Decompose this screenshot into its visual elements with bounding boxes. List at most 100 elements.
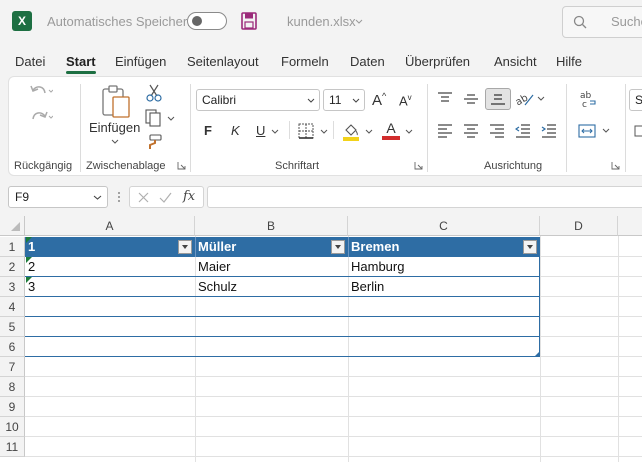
tab-seitenlayout[interactable]: Seitenlayout bbox=[187, 54, 259, 69]
table-cell[interactable]: Maier bbox=[195, 257, 348, 277]
chevron-down-icon[interactable] bbox=[405, 129, 413, 134]
align-left-icon[interactable] bbox=[437, 124, 453, 138]
column-header-d[interactable]: D bbox=[540, 216, 618, 236]
table-cell[interactable]: Schulz bbox=[195, 277, 348, 297]
fill-color-icon[interactable] bbox=[342, 122, 360, 142]
decrease-indent-icon[interactable] bbox=[515, 124, 531, 138]
borders-icon[interactable] bbox=[298, 123, 314, 139]
bold-button[interactable]: F bbox=[204, 123, 212, 138]
tab-start[interactable]: Start bbox=[66, 54, 96, 69]
insert-function-button[interactable]: fx bbox=[183, 189, 195, 204]
row-header[interactable]: 5 bbox=[0, 317, 25, 337]
gridline bbox=[25, 376, 642, 377]
redo-icon[interactable] bbox=[29, 110, 53, 126]
underline-button[interactable]: U bbox=[256, 123, 265, 138]
undo-icon[interactable] bbox=[29, 84, 53, 100]
row-header[interactable]: 1 bbox=[0, 237, 25, 257]
autosave-toggle[interactable] bbox=[187, 12, 227, 30]
row-header[interactable]: 10 bbox=[0, 417, 25, 437]
tab-einfuegen[interactable]: Einfügen bbox=[115, 54, 166, 69]
table-cell[interactable]: 2 bbox=[25, 257, 195, 277]
more-options-icon[interactable] bbox=[117, 190, 121, 204]
column-header-b[interactable]: B bbox=[195, 216, 348, 236]
row-header[interactable]: 4 bbox=[0, 297, 25, 317]
error-indicator-icon bbox=[26, 237, 32, 243]
align-right-icon[interactable] bbox=[489, 124, 505, 138]
tab-ueberpruefen[interactable]: Überprüfen bbox=[405, 54, 470, 69]
paste-icon[interactable] bbox=[100, 84, 132, 118]
row-header[interactable]: 3 bbox=[0, 277, 25, 297]
table-resize-handle[interactable] bbox=[535, 352, 539, 356]
grow-font-icon[interactable]: A^ bbox=[372, 91, 386, 109]
select-all-corner[interactable] bbox=[0, 216, 25, 236]
font-name-dropdown[interactable]: Calibri bbox=[196, 89, 320, 111]
dialog-launcher-icon[interactable] bbox=[177, 161, 186, 170]
number-format-icon[interactable] bbox=[634, 125, 642, 137]
shrink-font-icon[interactable]: Av bbox=[399, 93, 412, 108]
row-header[interactable]: 6 bbox=[0, 337, 25, 357]
row-header[interactable]: 9 bbox=[0, 397, 25, 417]
tab-ansicht[interactable]: Ansicht bbox=[494, 54, 537, 69]
paste-label[interactable]: Einfügen bbox=[89, 120, 140, 135]
align-middle-icon[interactable] bbox=[463, 92, 479, 106]
italic-button[interactable]: K bbox=[231, 123, 240, 138]
confirm-icon[interactable] bbox=[159, 192, 172, 203]
chevron-down-icon[interactable] bbox=[320, 129, 328, 134]
filter-dropdown-button[interactable] bbox=[523, 240, 537, 254]
row-header[interactable]: 8 bbox=[0, 377, 25, 397]
formula-input[interactable] bbox=[207, 186, 642, 208]
column-header-e[interactable] bbox=[618, 216, 642, 236]
filter-dropdown-button[interactable] bbox=[178, 240, 192, 254]
name-box[interactable]: F9 bbox=[8, 186, 108, 208]
row-header[interactable]: 2 bbox=[0, 257, 25, 277]
column-header-c[interactable]: C bbox=[348, 216, 540, 236]
dialog-launcher-icon[interactable] bbox=[414, 161, 423, 170]
chevron-down-icon[interactable] bbox=[271, 129, 279, 134]
chevron-down-icon[interactable] bbox=[355, 19, 363, 24]
font-size-dropdown[interactable]: 11 bbox=[323, 89, 365, 111]
tab-formeln[interactable]: Formeln bbox=[281, 54, 329, 69]
copy-icon[interactable] bbox=[145, 109, 175, 127]
table-header-cell-b[interactable]: Müller bbox=[195, 237, 330, 257]
table-header-cell-c[interactable]: Bremen bbox=[348, 237, 518, 257]
gridline bbox=[25, 436, 642, 437]
save-icon[interactable] bbox=[241, 12, 257, 30]
title-bar: X Automatisches Speichern kunden.xlsx Su… bbox=[0, 0, 642, 44]
group-label-clipboard: Zwischenablage bbox=[86, 160, 166, 172]
tab-datei[interactable]: Datei bbox=[15, 54, 45, 69]
merge-center-icon[interactable] bbox=[578, 124, 614, 138]
table-cell[interactable]: 3 bbox=[25, 277, 195, 297]
table-cell[interactable]: Hamburg bbox=[348, 257, 540, 277]
align-top-icon[interactable] bbox=[437, 92, 453, 106]
gridline bbox=[25, 396, 642, 397]
search-box[interactable]: Suche bbox=[562, 6, 642, 38]
tab-daten[interactable]: Daten bbox=[350, 54, 385, 69]
formula-buttons: fx bbox=[129, 186, 204, 208]
table-row-border bbox=[25, 276, 540, 277]
chevron-down-icon[interactable] bbox=[111, 139, 119, 144]
align-bottom-icon bbox=[490, 92, 506, 106]
number-format-dropdown[interactable]: St bbox=[629, 89, 642, 111]
orientation-icon[interactable]: ab bbox=[516, 91, 546, 107]
align-bottom-button[interactable] bbox=[485, 88, 511, 110]
format-painter-icon[interactable] bbox=[145, 134, 163, 150]
align-center-icon[interactable] bbox=[463, 124, 479, 138]
row-header[interactable]: 11 bbox=[0, 437, 25, 457]
cancel-icon[interactable] bbox=[138, 192, 149, 203]
table-cell[interactable]: Berlin bbox=[348, 277, 540, 297]
shrink-font-glyph: A bbox=[399, 93, 408, 109]
font-color-glyph: A bbox=[386, 120, 396, 136]
file-name[interactable]: kunden.xlsx bbox=[287, 14, 356, 29]
cut-icon[interactable] bbox=[146, 84, 162, 102]
row-header[interactable]: 7 bbox=[0, 357, 25, 377]
dialog-launcher-icon[interactable] bbox=[611, 161, 620, 170]
font-color-icon[interactable]: A bbox=[382, 120, 400, 140]
filter-dropdown-button[interactable] bbox=[331, 240, 345, 254]
increase-indent-icon[interactable] bbox=[541, 124, 557, 138]
column-header-a[interactable]: A bbox=[25, 216, 195, 236]
wrap-text-icon[interactable]: ab c bbox=[578, 90, 598, 108]
tab-hilfe[interactable]: Hilfe bbox=[556, 54, 582, 69]
group-separator bbox=[80, 84, 81, 172]
table-header-cell-a[interactable]: 1 bbox=[25, 237, 175, 257]
chevron-down-icon[interactable] bbox=[365, 129, 373, 134]
